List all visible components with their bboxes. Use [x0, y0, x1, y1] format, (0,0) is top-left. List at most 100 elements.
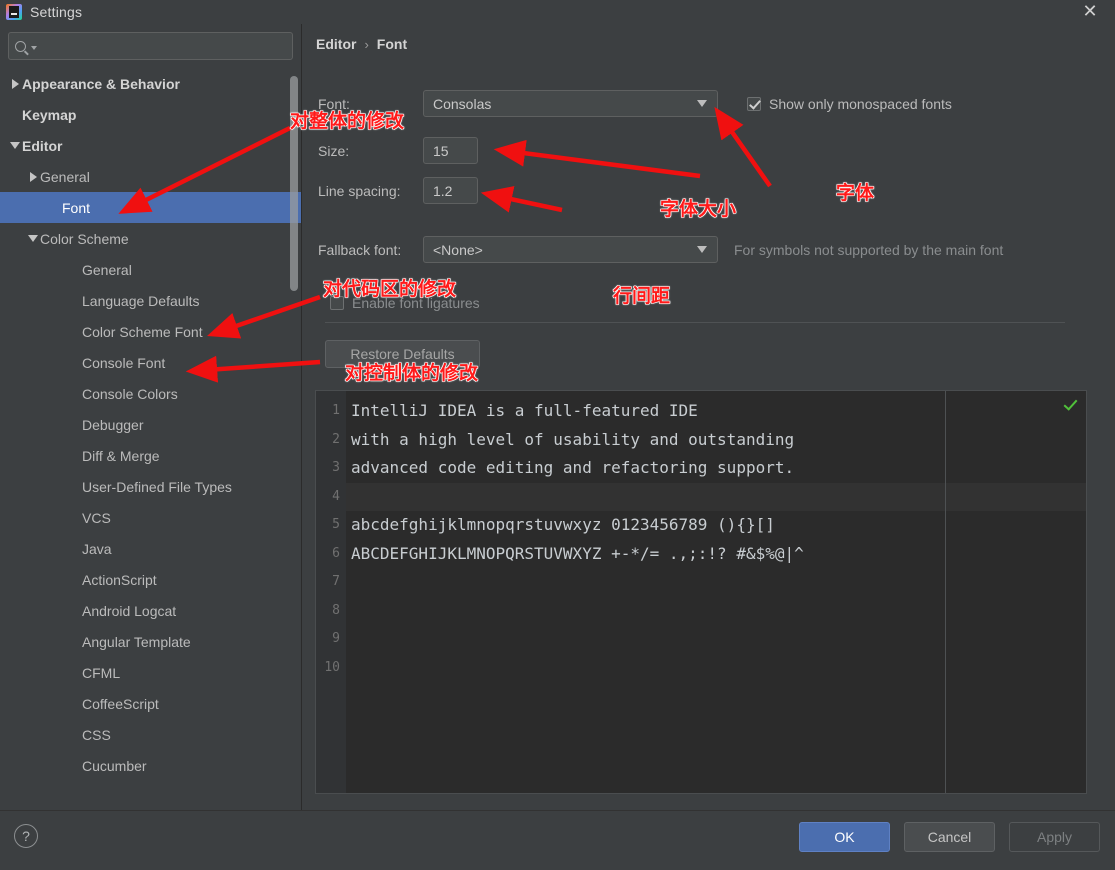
show-only-monospaced-checkbox[interactable] [747, 97, 761, 111]
preview-right-strip [945, 391, 1086, 793]
sidebar-item-android-logcat[interactable]: Android Logcat [0, 595, 301, 626]
sidebar-item-java[interactable]: Java [0, 533, 301, 564]
breadcrumb-current: Font [376, 36, 408, 52]
search-input[interactable] [42, 36, 286, 56]
chevron-down-icon [697, 100, 707, 107]
sidebar-item-label: CFML [82, 664, 121, 681]
fallback-font-hint: For symbols not supported by the main fo… [734, 241, 1004, 258]
sidebar-item-language-defaults[interactable]: Language Defaults [0, 285, 301, 316]
close-icon[interactable]: ✕ [1075, 0, 1105, 24]
sidebar-item-label: General [40, 168, 90, 185]
preview-code[interactable]: IntelliJ IDEA is a full-featured IDE with… [346, 391, 1086, 793]
search-icon [15, 40, 26, 52]
chevron-down-icon[interactable] [31, 46, 37, 50]
chevron-down-icon[interactable] [26, 235, 40, 242]
line-number: 10 [324, 659, 340, 675]
sidebar-item-font[interactable]: Font [0, 192, 301, 223]
fallback-font-row: Fallback font: <None> For symbols not su… [318, 236, 1003, 263]
preview-gutter: 1 2 3 4 5 6 7 8 9 10 [316, 391, 346, 793]
chevron-right-icon[interactable] [8, 78, 22, 89]
sidebar-item-console-colors[interactable]: Console Colors [0, 378, 301, 409]
sidebar-item-label: CoffeeScript [82, 695, 159, 712]
sidebar-item-label: Language Defaults [82, 292, 200, 309]
sidebar-item-general[interactable]: General [0, 254, 301, 285]
breadcrumb-separator-icon: › [364, 36, 369, 52]
sidebar-item-css[interactable]: CSS [0, 719, 301, 750]
sidebar-item-console-font[interactable]: Console Font [0, 347, 301, 378]
restore-defaults-button[interactable]: Restore Defaults [325, 340, 480, 368]
sidebar-item-label: Console Font [82, 354, 166, 371]
window-title: Settings [30, 4, 83, 20]
sidebar-item-angular-template[interactable]: Angular Template [0, 626, 301, 657]
sidebar-item-cucumber[interactable]: Cucumber [0, 750, 301, 781]
size-row: Size: 15 [318, 137, 478, 164]
ligatures-checkbox-row[interactable]: Enable font ligatures [330, 295, 480, 311]
font-select[interactable]: Consolas [423, 90, 718, 117]
chevron-down-icon [697, 246, 707, 253]
font-select-value: Consolas [433, 95, 492, 112]
sidebar-item-debugger[interactable]: Debugger [0, 409, 301, 440]
sidebar-item-color-scheme-font[interactable]: Color Scheme Font [0, 316, 301, 347]
line-number: 2 [332, 431, 340, 447]
sidebar-item-label: Keymap [22, 106, 77, 123]
sidebar-item-label: Cucumber [82, 757, 147, 774]
line-number: 4 [332, 488, 340, 504]
dialog-footer: ? OK Cancel Apply [0, 810, 1115, 870]
ok-button[interactable]: OK [799, 822, 890, 852]
sidebar-item-label: Java [82, 540, 112, 557]
settings-tree[interactable]: Appearance & Behavior Keymap Editor General… [0, 68, 301, 810]
intellij-idea-icon [6, 4, 22, 20]
line-number: 3 [332, 460, 340, 475]
line-number: 9 [332, 631, 340, 646]
sidebar-item-label: Color Scheme Font [82, 323, 203, 340]
font-preview-editor[interactable]: 1 2 3 4 5 6 7 8 9 10 IntelliJ IDEA is a full-feat… [315, 390, 1087, 794]
line-number: 5 [332, 517, 340, 532]
sidebar-item-editor[interactable]: Editor [0, 130, 301, 161]
sidebar-item-general[interactable]: General [0, 161, 301, 192]
show-only-monospaced-label: Show only monospaced fonts [769, 96, 952, 112]
search-box[interactable] [8, 32, 293, 60]
cancel-button[interactable]: Cancel [904, 822, 995, 852]
sidebar-item-label: VCS [82, 509, 111, 526]
sidebar-item-appearance-behavior[interactable]: Appearance & Behavior [0, 68, 301, 99]
sidebar-item-coffeescript[interactable]: CoffeeScript [0, 688, 301, 719]
sidebar-item-keymap[interactable]: Keymap [0, 99, 301, 130]
line-number: 8 [332, 602, 340, 618]
fallback-font-select[interactable]: <None> [423, 236, 718, 263]
search-wrapper [0, 24, 301, 66]
breadcrumb: Editor › Font [316, 36, 407, 52]
green-check-icon [1064, 397, 1078, 411]
enable-font-ligatures-checkbox[interactable] [330, 296, 344, 310]
monospaced-checkbox-row[interactable]: Show only monospaced fonts [747, 96, 952, 112]
sidebar-item-label: Console Colors [82, 385, 178, 402]
help-icon[interactable]: ? [14, 824, 38, 848]
line-number: 7 [332, 574, 340, 589]
sidebar-item-user-defined-file-types[interactable]: User-Defined File Types [0, 471, 301, 502]
sidebar-item-label: User-Defined File Types [82, 478, 232, 495]
sidebar-item-cfml[interactable]: CFML [0, 657, 301, 688]
sidebar-item-diff-merge[interactable]: Diff & Merge [0, 440, 301, 471]
sidebar-scrollbar-thumb[interactable] [290, 76, 298, 291]
sidebar-item-actionscript[interactable]: ActionScript [0, 564, 301, 595]
line-spacing-label: Line spacing: [318, 182, 401, 199]
breadcrumb-parent[interactable]: Editor [316, 36, 356, 52]
sidebar-item-label: Editor [22, 137, 63, 154]
chevron-right-icon[interactable] [26, 171, 40, 182]
line-number: 1 [332, 403, 340, 418]
enable-font-ligatures-label: Enable font ligatures [352, 295, 480, 311]
sidebar-item-label: ActionScript [82, 571, 157, 588]
sidebar-item-label: General [82, 261, 132, 278]
apply-button[interactable]: Apply [1009, 822, 1100, 852]
chevron-down-icon[interactable] [8, 142, 22, 149]
sidebar-item-label: Diff & Merge [82, 447, 160, 464]
title-bar: Settings ✕ [0, 0, 1115, 24]
fallback-font-label: Fallback font: [318, 241, 402, 258]
settings-sidebar: Appearance & Behavior Keymap Editor General… [0, 24, 302, 810]
sidebar-item-vcs[interactable]: VCS [0, 502, 301, 533]
line-number: 6 [332, 545, 340, 561]
line-spacing-input[interactable]: 1.2 [423, 177, 478, 204]
size-input[interactable]: 15 [423, 137, 478, 164]
sidebar-item-color-scheme[interactable]: Color Scheme [0, 223, 301, 254]
line-spacing-row: Line spacing: 1.2 [318, 177, 478, 204]
sidebar-item-label: Appearance & Behavior [22, 75, 180, 92]
